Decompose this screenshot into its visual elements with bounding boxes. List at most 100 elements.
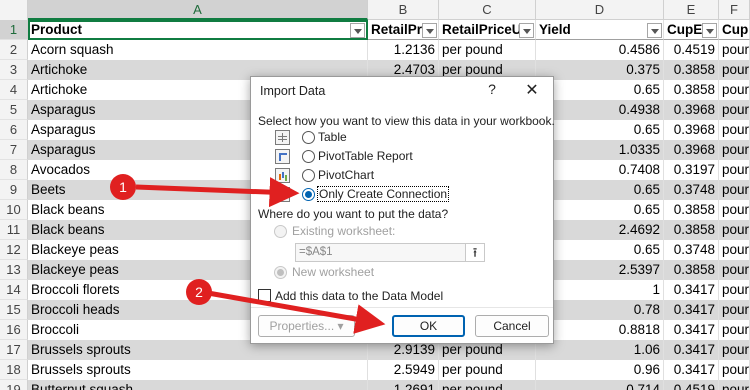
cell-cupu[interactable]: pour — [719, 140, 750, 160]
column-header-b[interactable]: B — [368, 0, 439, 20]
cell-yield[interactable]: 2.4692 — [536, 220, 664, 240]
cell-cupu[interactable]: pour — [719, 320, 750, 340]
header-cell-cup[interactable]: Cup — [719, 20, 750, 40]
cell-yield[interactable]: 0.65 — [536, 240, 664, 260]
option-only-create-connection[interactable]: Only Create Connection — [275, 186, 475, 203]
row-number[interactable]: 13 — [0, 260, 28, 280]
cell-yield[interactable]: 0.65 — [536, 80, 664, 100]
cell-cupu[interactable]: pour — [719, 240, 750, 260]
cell-product[interactable]: Acorn squash — [28, 40, 368, 60]
cancel-button[interactable]: Cancel — [475, 315, 549, 337]
header-cell-retailprice[interactable]: RetailPr — [368, 20, 439, 40]
cell-yield[interactable]: 0.65 — [536, 120, 664, 140]
cell-yield[interactable]: 2.5397 — [536, 260, 664, 280]
cell-cup[interactable]: 0.3858 — [664, 200, 719, 220]
cell-retail[interactable]: 2.5949 — [368, 360, 439, 380]
column-header-e[interactable]: E — [664, 0, 719, 20]
cell-cup[interactable]: 0.3417 — [664, 360, 719, 380]
row-number[interactable]: 19 — [0, 380, 28, 390]
column-header-c[interactable]: C — [439, 0, 536, 20]
radio-table[interactable] — [302, 131, 315, 144]
cell-yield[interactable]: 0.4586 — [536, 40, 664, 60]
column-header-d[interactable]: D — [536, 0, 664, 20]
radio-pivottable[interactable] — [302, 150, 315, 163]
properties-button[interactable]: Properties... ▾ — [258, 315, 355, 337]
row-number[interactable]: 15 — [0, 300, 28, 320]
cell-cupu[interactable]: pour — [719, 380, 750, 390]
cell-cupu[interactable]: pour — [719, 80, 750, 100]
cell-cup[interactable]: 0.3417 — [664, 280, 719, 300]
cell-cupu[interactable]: pour — [719, 280, 750, 300]
cell-cup[interactable]: 0.4519 — [664, 380, 719, 390]
cell-cupu[interactable]: pour — [719, 300, 750, 320]
cell-yield[interactable]: 0.375 — [536, 60, 664, 80]
cell-cup[interactable]: 0.3748 — [664, 180, 719, 200]
row-number[interactable]: 1 — [0, 20, 28, 40]
header-cell-cupe[interactable]: CupE — [664, 20, 719, 40]
option-pivotchart[interactable]: PivotChart — [275, 168, 475, 184]
cell-cup[interactable]: 0.3417 — [664, 340, 719, 360]
cell-cup[interactable]: 0.4519 — [664, 40, 719, 60]
cell-yield[interactable]: 1.06 — [536, 340, 664, 360]
cell-cup[interactable]: 0.3748 — [664, 240, 719, 260]
cell-product[interactable]: Brussels sprouts — [28, 360, 368, 380]
row-number[interactable]: 2 — [0, 40, 28, 60]
row-number[interactable]: 10 — [0, 200, 28, 220]
cell-cupu[interactable]: pour — [719, 360, 750, 380]
filter-dropdown-icon[interactable] — [422, 23, 437, 38]
row-number[interactable]: 6 — [0, 120, 28, 140]
cell-yield[interactable]: 0.8818 — [536, 320, 664, 340]
row-number[interactable]: 7 — [0, 140, 28, 160]
option-existing-worksheet[interactable]: Existing worksheet: — [255, 224, 455, 240]
filter-dropdown-icon[interactable] — [519, 23, 534, 38]
row-number[interactable]: 11 — [0, 220, 28, 240]
radio-only-create-connection[interactable] — [302, 188, 315, 201]
row-number[interactable]: 16 — [0, 320, 28, 340]
cell-cupu[interactable]: pour — [719, 160, 750, 180]
cell-cupu[interactable]: pour — [719, 340, 750, 360]
column-header-a[interactable]: A — [28, 0, 368, 20]
cell-yield[interactable]: 0.65 — [536, 200, 664, 220]
filter-dropdown-icon[interactable] — [702, 23, 717, 38]
cell-cup[interactable]: 0.3858 — [664, 80, 719, 100]
cell-yield[interactable]: 0.4938 — [536, 100, 664, 120]
cell-yield[interactable]: 0.714 — [536, 380, 664, 390]
cell-cup[interactable]: 0.3968 — [664, 120, 719, 140]
row-number[interactable]: 8 — [0, 160, 28, 180]
header-cell-yield[interactable]: Yield — [536, 20, 664, 40]
option-new-worksheet[interactable]: New worksheet — [255, 265, 455, 281]
row-number[interactable]: 14 — [0, 280, 28, 300]
cell-yield[interactable]: 1 — [536, 280, 664, 300]
header-cell-retailpriceunit[interactable]: RetailPriceU — [439, 20, 536, 40]
cell-cup[interactable]: 0.3968 — [664, 140, 719, 160]
row-number[interactable]: 9 — [0, 180, 28, 200]
cell-cup[interactable]: 0.3197 — [664, 160, 719, 180]
ok-button[interactable]: OK — [392, 315, 465, 337]
cell-cup[interactable]: 0.3417 — [664, 320, 719, 340]
cell-unit[interactable]: per pound — [439, 40, 536, 60]
help-button[interactable]: ? — [483, 81, 501, 97]
cell-yield[interactable]: 0.96 — [536, 360, 664, 380]
cell-retail[interactable]: 1.2691 — [368, 380, 439, 390]
cell-reference-input[interactable]: =$A$1 — [295, 243, 485, 262]
row-number[interactable]: 18 — [0, 360, 28, 380]
option-table[interactable]: Table — [275, 130, 475, 146]
select-all-corner[interactable] — [0, 0, 28, 20]
row-number[interactable]: 4 — [0, 80, 28, 100]
radio-existing-worksheet[interactable] — [274, 225, 287, 238]
cell-yield[interactable]: 1.0335 — [536, 140, 664, 160]
cell-yield[interactable]: 0.65 — [536, 180, 664, 200]
cell-cup[interactable]: 0.3417 — [664, 300, 719, 320]
cell-cupu[interactable]: pour — [719, 180, 750, 200]
cell-unit[interactable]: per pound — [439, 380, 536, 390]
cell-product[interactable]: Butternut squash — [28, 380, 368, 390]
column-header-f[interactable]: F — [719, 0, 750, 20]
row-number[interactable]: 3 — [0, 60, 28, 80]
collapse-dialog-icon[interactable]: ⭱ — [465, 243, 485, 262]
option-pivottable[interactable]: PivotTable Report — [275, 149, 475, 165]
radio-new-worksheet[interactable] — [274, 266, 287, 279]
cell-cup[interactable]: 0.3858 — [664, 260, 719, 280]
row-number[interactable]: 5 — [0, 100, 28, 120]
radio-pivotchart[interactable] — [302, 169, 315, 182]
cell-cupu[interactable]: pour — [719, 220, 750, 240]
